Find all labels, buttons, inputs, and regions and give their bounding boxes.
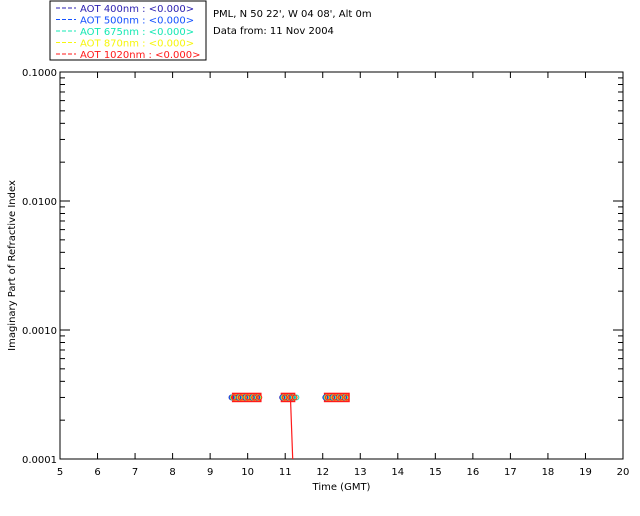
- x-tick-label: 9: [207, 467, 213, 478]
- x-tick-label: 18: [542, 467, 555, 478]
- x-tick-label: 19: [579, 467, 592, 478]
- x-tick-label: 20: [617, 467, 630, 478]
- y-tick-label: 0.0100: [22, 197, 57, 208]
- location-label: PML, N 50 22', W 04 08', Alt 0m: [213, 9, 372, 20]
- x-tick-label: 15: [429, 467, 442, 478]
- y-tick-label: 0.0010: [22, 326, 57, 337]
- x-tick-label: 12: [316, 467, 329, 478]
- legend-entry: AOT 500nm : <0.000>: [80, 16, 194, 27]
- y-axis-label: Imaginary Part of Refractive Index: [7, 180, 18, 351]
- x-tick-label: 7: [132, 467, 138, 478]
- x-axis-label: Time (GMT): [312, 482, 371, 493]
- legend: AOT 400nm : <0.000>AOT 500nm : <0.000>AO…: [49, 0, 207, 61]
- x-tick-label: 5: [57, 467, 63, 478]
- x-tick-label: 14: [391, 467, 404, 478]
- x-tick-label: 13: [354, 467, 367, 478]
- x-tick-label: 11: [279, 467, 292, 478]
- y-tick-label: 0.1000: [22, 68, 57, 79]
- x-tick-label: 8: [169, 467, 175, 478]
- legend-entry: AOT 675nm : <0.000>: [80, 27, 194, 38]
- x-tick-label: 6: [94, 467, 100, 478]
- chart-figure: AOT 400nm : <0.000> AOT 500nm : <0.000> AO…: [0, 0, 640, 512]
- legend-entry: AOT 400nm : <0.000>: [80, 4, 194, 15]
- x-tick-label: 16: [466, 467, 479, 478]
- chart-svg: AOT 400nm : <0.000>AOT 500nm : <0.000>AO…: [7, 0, 630, 493]
- legend-entry: AOT 1020nm : <0.000>: [80, 50, 200, 61]
- x-tick-label: 17: [504, 467, 517, 478]
- drop-line: [289, 397, 294, 460]
- legend-entry: AOT 870nm : <0.000>: [80, 39, 194, 50]
- date-label: Data from: 11 Nov 2004: [213, 26, 334, 37]
- x-tick-label: 10: [241, 467, 254, 478]
- y-tick-label: 0.0001: [22, 455, 57, 466]
